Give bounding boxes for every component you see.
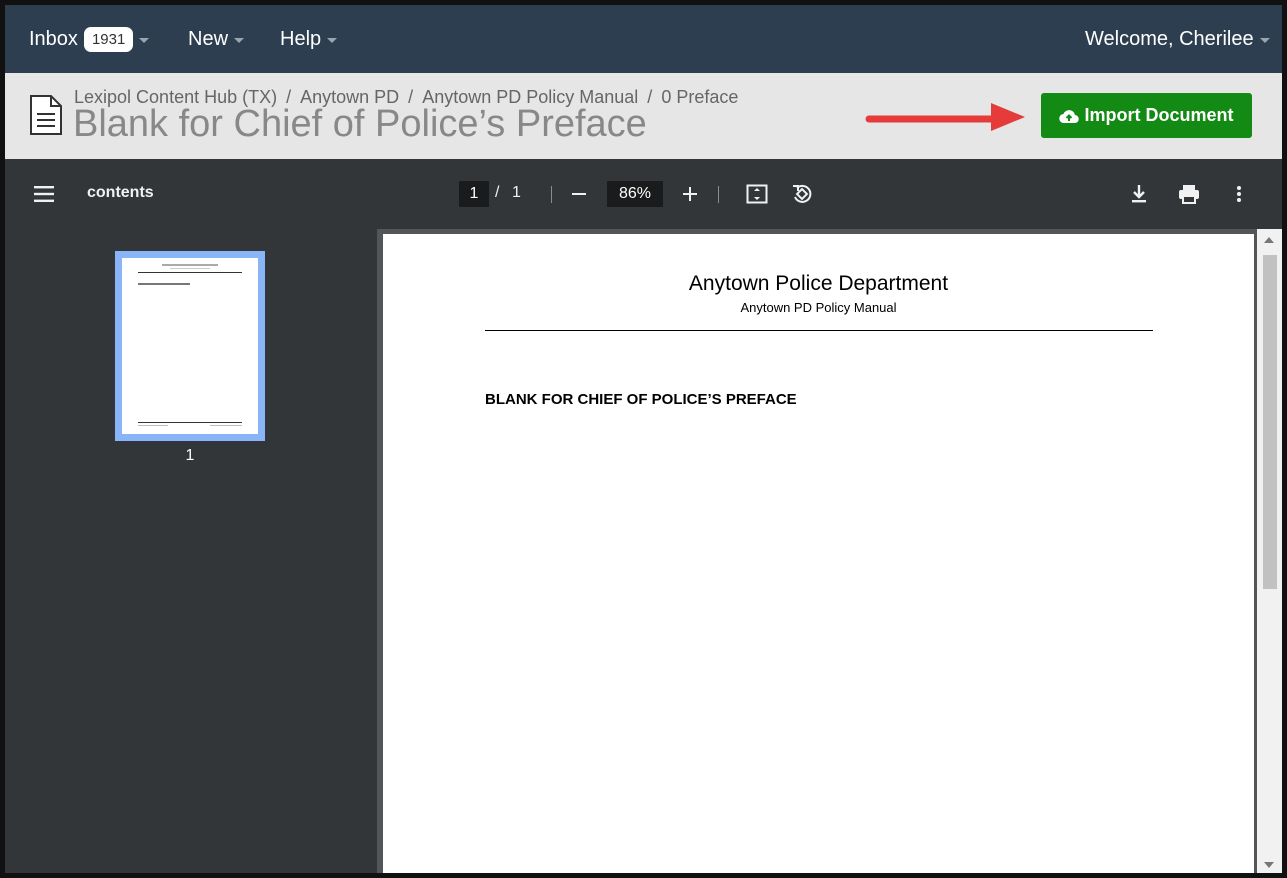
- zoom-in-icon[interactable]: [679, 181, 701, 207]
- more-vert-icon[interactable]: [1226, 181, 1252, 207]
- thumbnail-preview: [122, 258, 258, 434]
- page-separator: /: [495, 184, 500, 201]
- page-header: Lexipol Content Hub (TX) / Anytown PD / Anyt…: [5, 73, 1282, 159]
- chevron-down-icon: [327, 37, 338, 43]
- document-manual-name: Anytown PD Policy Manual: [740, 300, 897, 315]
- print-icon[interactable]: [1176, 181, 1202, 207]
- vertical-scrollbar[interactable]: [1257, 229, 1282, 873]
- breadcrumb-item[interactable]: 0 Preface: [661, 87, 738, 107]
- page-number-input[interactable]: 1: [459, 181, 489, 207]
- welcome-label: Welcome, Cherilee: [1085, 27, 1254, 50]
- inbox-count-badge: 1931: [83, 26, 134, 52]
- import-document-label: Import Document: [1084, 105, 1234, 125]
- document-department: Anytown Police Department: [688, 272, 949, 295]
- zoom-input[interactable]: 86%: [607, 181, 663, 207]
- toolbar-divider: [718, 186, 719, 203]
- document-viewport: Anytown Police Department Anytown PD Pol…: [377, 229, 1257, 873]
- pdf-page: Anytown Police Department Anytown PD Pol…: [383, 234, 1254, 873]
- fit-page-icon[interactable]: [744, 181, 770, 207]
- annotation-arrow-icon: [865, 103, 1025, 131]
- thumbnail-sidebar: 1: [5, 229, 377, 873]
- scroll-down-icon[interactable]: [1264, 862, 1274, 868]
- help-menu[interactable]: Help: [280, 5, 338, 73]
- thumbnail-page-number: 1: [185, 447, 195, 464]
- cloud-upload-icon: [1059, 109, 1080, 123]
- document-icon: [30, 95, 62, 135]
- new-label: New: [188, 27, 229, 50]
- import-document-button[interactable]: Import Document: [1041, 93, 1252, 138]
- pdf-toolbar: contents 1 / 1 86%: [5, 159, 1282, 229]
- header-rule: [485, 330, 1153, 331]
- download-icon[interactable]: [1126, 181, 1152, 207]
- rotate-icon[interactable]: [789, 180, 815, 208]
- document-heading: BLANK FOR CHIEF OF POLICE’S PREFACE: [485, 391, 797, 408]
- chevron-down-icon: [1259, 37, 1270, 43]
- scroll-up-icon[interactable]: [1264, 237, 1274, 243]
- top-navbar: Inbox 1931 New Help Welcome, Cherilee: [5, 5, 1282, 73]
- user-menu[interactable]: Welcome, Cherilee: [1085, 5, 1270, 73]
- new-menu[interactable]: New: [188, 5, 245, 73]
- inbox-label: Inbox: [29, 27, 78, 50]
- page-thumbnail[interactable]: [115, 251, 265, 441]
- chevron-down-icon: [234, 37, 245, 43]
- chevron-down-icon: [139, 37, 150, 43]
- total-pages: 1: [512, 184, 521, 201]
- inbox-menu[interactable]: Inbox 1931: [29, 5, 150, 73]
- page-title: Blank for Chief of Police’s Preface: [73, 103, 647, 145]
- breadcrumb-separator: /: [647, 87, 653, 107]
- zoom-out-icon[interactable]: [568, 181, 590, 207]
- help-label: Help: [280, 27, 322, 50]
- document-contents-title: contents: [87, 184, 154, 201]
- scrollbar-thumb[interactable]: [1263, 255, 1277, 589]
- hamburger-menu-icon[interactable]: [31, 181, 57, 207]
- toolbar-divider: [551, 186, 552, 203]
- app-window: Inbox 1931 New Help Welcome, Cherilee Le…: [0, 0, 1287, 878]
